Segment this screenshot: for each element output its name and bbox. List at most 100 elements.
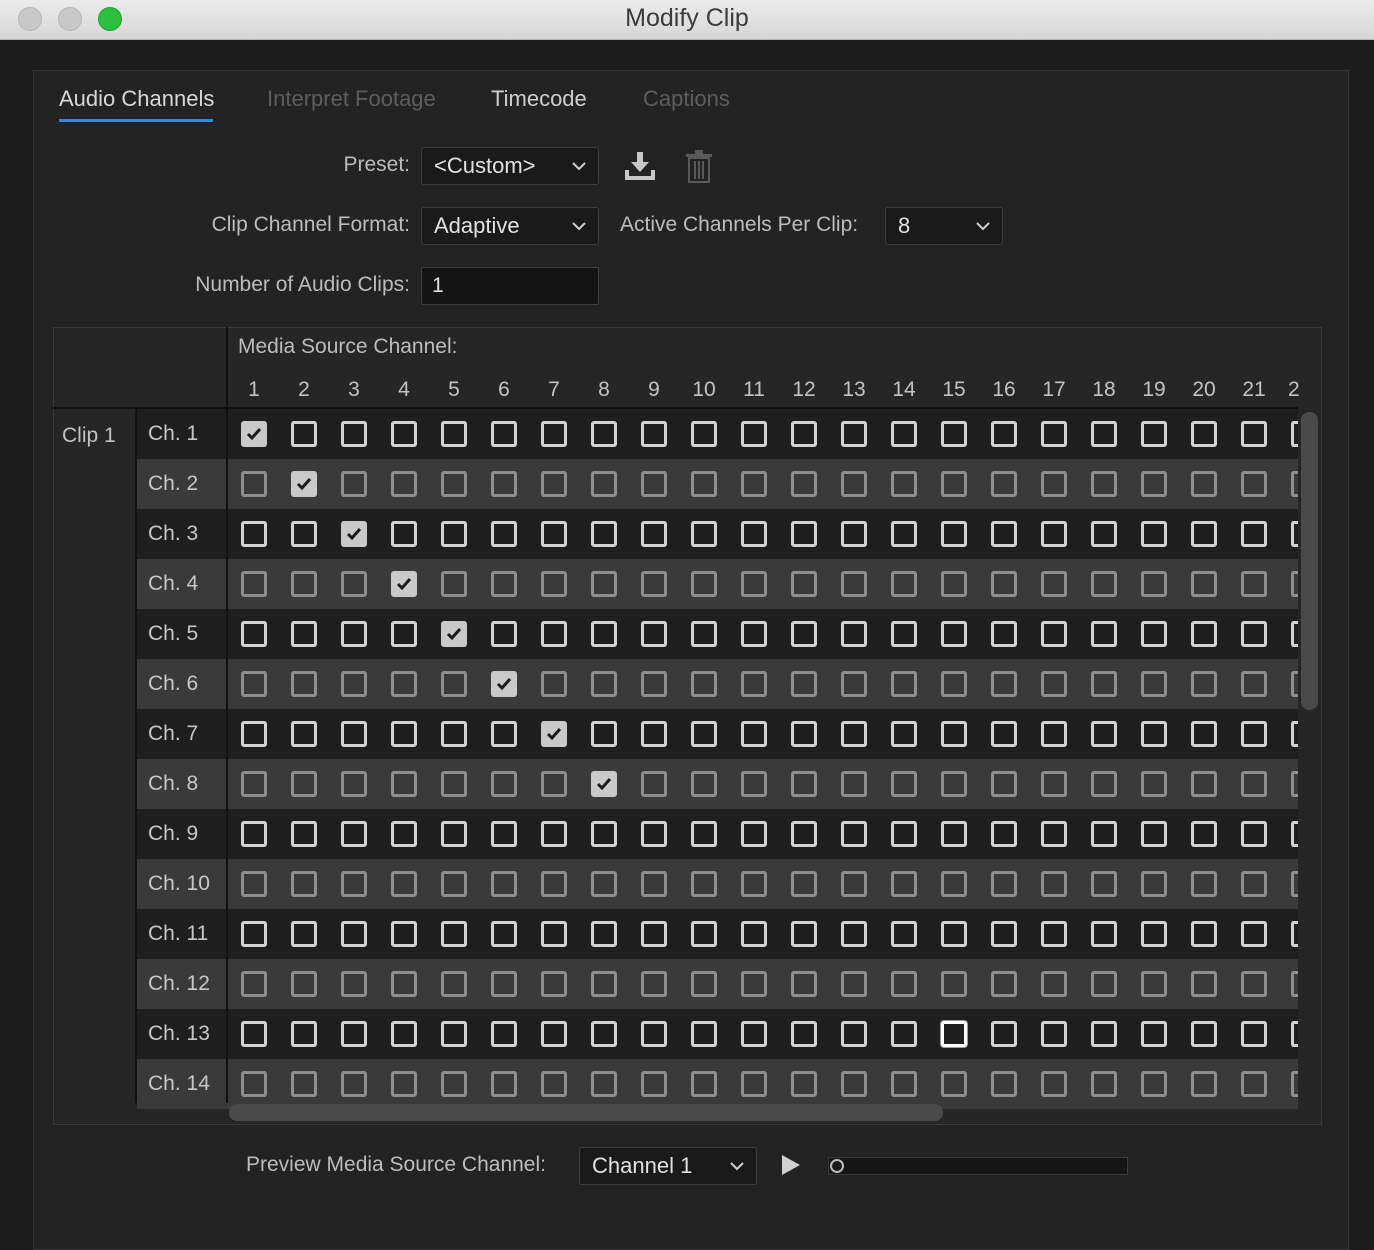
channel-checkbox[interactable] bbox=[1041, 1021, 1067, 1047]
channel-checkbox[interactable] bbox=[1291, 971, 1298, 997]
channel-checkbox[interactable] bbox=[391, 571, 417, 597]
channel-checkbox[interactable] bbox=[891, 871, 917, 897]
channel-checkbox[interactable] bbox=[241, 471, 267, 497]
channel-checkbox[interactable] bbox=[1141, 621, 1167, 647]
channel-checkbox[interactable] bbox=[1191, 1071, 1217, 1097]
channel-checkbox[interactable] bbox=[1141, 471, 1167, 497]
channel-checkbox[interactable] bbox=[441, 871, 467, 897]
channel-checkbox[interactable] bbox=[341, 1071, 367, 1097]
channel-checkbox[interactable] bbox=[491, 771, 517, 797]
channel-checkbox[interactable] bbox=[991, 921, 1017, 947]
channel-checkbox[interactable] bbox=[1141, 771, 1167, 797]
channel-checkbox[interactable] bbox=[1291, 771, 1298, 797]
channel-checkbox[interactable] bbox=[1091, 621, 1117, 647]
channel-checkbox[interactable] bbox=[1141, 971, 1167, 997]
channel-checkbox[interactable] bbox=[591, 921, 617, 947]
channel-checkbox[interactable] bbox=[491, 571, 517, 597]
channel-checkbox[interactable] bbox=[1241, 771, 1267, 797]
channel-checkbox[interactable] bbox=[841, 671, 867, 697]
channel-checkbox[interactable] bbox=[791, 421, 817, 447]
channel-checkbox[interactable] bbox=[1191, 1021, 1217, 1047]
channel-checkbox[interactable] bbox=[941, 871, 967, 897]
channel-checkbox[interactable] bbox=[441, 771, 467, 797]
channel-checkbox[interactable] bbox=[341, 471, 367, 497]
channel-checkbox[interactable] bbox=[241, 871, 267, 897]
channel-checkbox[interactable] bbox=[841, 871, 867, 897]
channel-checkbox[interactable] bbox=[1091, 471, 1117, 497]
channel-checkbox[interactable] bbox=[591, 421, 617, 447]
channel-checkbox[interactable] bbox=[641, 621, 667, 647]
channel-checkbox[interactable] bbox=[491, 1071, 517, 1097]
channel-checkbox[interactable] bbox=[341, 621, 367, 647]
channel-checkbox[interactable] bbox=[641, 821, 667, 847]
channel-checkbox[interactable] bbox=[1191, 921, 1217, 947]
channel-checkbox[interactable] bbox=[1091, 921, 1117, 947]
channel-checkbox[interactable] bbox=[941, 771, 967, 797]
channel-checkbox[interactable] bbox=[591, 971, 617, 997]
channel-checkbox[interactable] bbox=[1191, 471, 1217, 497]
channel-checkbox[interactable] bbox=[441, 821, 467, 847]
channel-checkbox[interactable] bbox=[991, 521, 1017, 547]
channel-checkbox[interactable] bbox=[1141, 1071, 1167, 1097]
channel-checkbox[interactable] bbox=[391, 1021, 417, 1047]
channel-checkbox[interactable] bbox=[641, 771, 667, 797]
channel-checkbox[interactable] bbox=[491, 671, 517, 697]
channel-checkbox[interactable] bbox=[641, 471, 667, 497]
channel-checkbox[interactable] bbox=[1241, 521, 1267, 547]
channel-checkbox[interactable] bbox=[1191, 821, 1217, 847]
channel-checkbox[interactable] bbox=[641, 1071, 667, 1097]
channel-checkbox[interactable] bbox=[741, 921, 767, 947]
channel-checkbox[interactable] bbox=[591, 671, 617, 697]
channel-checkbox[interactable] bbox=[891, 721, 917, 747]
channel-checkbox[interactable] bbox=[691, 721, 717, 747]
channel-checkbox[interactable] bbox=[891, 521, 917, 547]
channel-checkbox[interactable] bbox=[291, 1021, 317, 1047]
channel-checkbox[interactable] bbox=[1191, 621, 1217, 647]
channel-checkbox[interactable] bbox=[1291, 721, 1298, 747]
channel-checkbox[interactable] bbox=[491, 921, 517, 947]
channel-checkbox[interactable] bbox=[791, 921, 817, 947]
channel-checkbox[interactable] bbox=[441, 1071, 467, 1097]
channel-checkbox[interactable] bbox=[341, 771, 367, 797]
channel-checkbox[interactable] bbox=[1041, 521, 1067, 547]
channel-checkbox[interactable] bbox=[1191, 871, 1217, 897]
channel-checkbox[interactable] bbox=[541, 971, 567, 997]
channel-checkbox[interactable] bbox=[791, 1071, 817, 1097]
channel-checkbox[interactable] bbox=[691, 421, 717, 447]
tab-timecode[interactable]: Timecode bbox=[491, 86, 587, 112]
channel-checkbox[interactable] bbox=[1191, 571, 1217, 597]
channel-checkbox[interactable] bbox=[641, 671, 667, 697]
channel-checkbox[interactable] bbox=[291, 521, 317, 547]
channel-checkbox[interactable] bbox=[1141, 871, 1167, 897]
channel-checkbox[interactable] bbox=[991, 421, 1017, 447]
channel-checkbox[interactable] bbox=[341, 921, 367, 947]
channel-checkbox[interactable] bbox=[1291, 671, 1298, 697]
channel-checkbox[interactable] bbox=[1141, 521, 1167, 547]
channel-checkbox[interactable] bbox=[1191, 971, 1217, 997]
channel-checkbox[interactable] bbox=[441, 971, 467, 997]
tab-captions[interactable]: Captions bbox=[643, 86, 730, 112]
channel-checkbox[interactable] bbox=[691, 671, 717, 697]
channel-checkbox[interactable] bbox=[1291, 1071, 1298, 1097]
channel-checkbox[interactable] bbox=[841, 921, 867, 947]
channel-checkbox[interactable] bbox=[941, 821, 967, 847]
channel-checkbox[interactable] bbox=[1041, 621, 1067, 647]
channel-checkbox[interactable] bbox=[541, 521, 567, 547]
channel-checkbox[interactable] bbox=[341, 1021, 367, 1047]
channel-checkbox[interactable] bbox=[641, 921, 667, 947]
tab-audio-channels[interactable]: Audio Channels bbox=[59, 86, 214, 112]
channel-checkbox[interactable] bbox=[391, 821, 417, 847]
channel-checkbox[interactable] bbox=[941, 521, 967, 547]
channel-checkbox[interactable] bbox=[891, 971, 917, 997]
channel-checkbox[interactable] bbox=[1091, 1021, 1117, 1047]
horizontal-scrollbar[interactable] bbox=[229, 1104, 943, 1121]
channel-checkbox[interactable] bbox=[1091, 571, 1117, 597]
channel-checkbox[interactable] bbox=[241, 721, 267, 747]
channel-checkbox[interactable] bbox=[241, 521, 267, 547]
channel-checkbox[interactable] bbox=[991, 471, 1017, 497]
channel-checkbox[interactable] bbox=[891, 571, 917, 597]
channel-checkbox[interactable] bbox=[741, 1071, 767, 1097]
channel-checkbox[interactable] bbox=[791, 771, 817, 797]
channel-checkbox[interactable] bbox=[591, 571, 617, 597]
channel-checkbox[interactable] bbox=[741, 671, 767, 697]
